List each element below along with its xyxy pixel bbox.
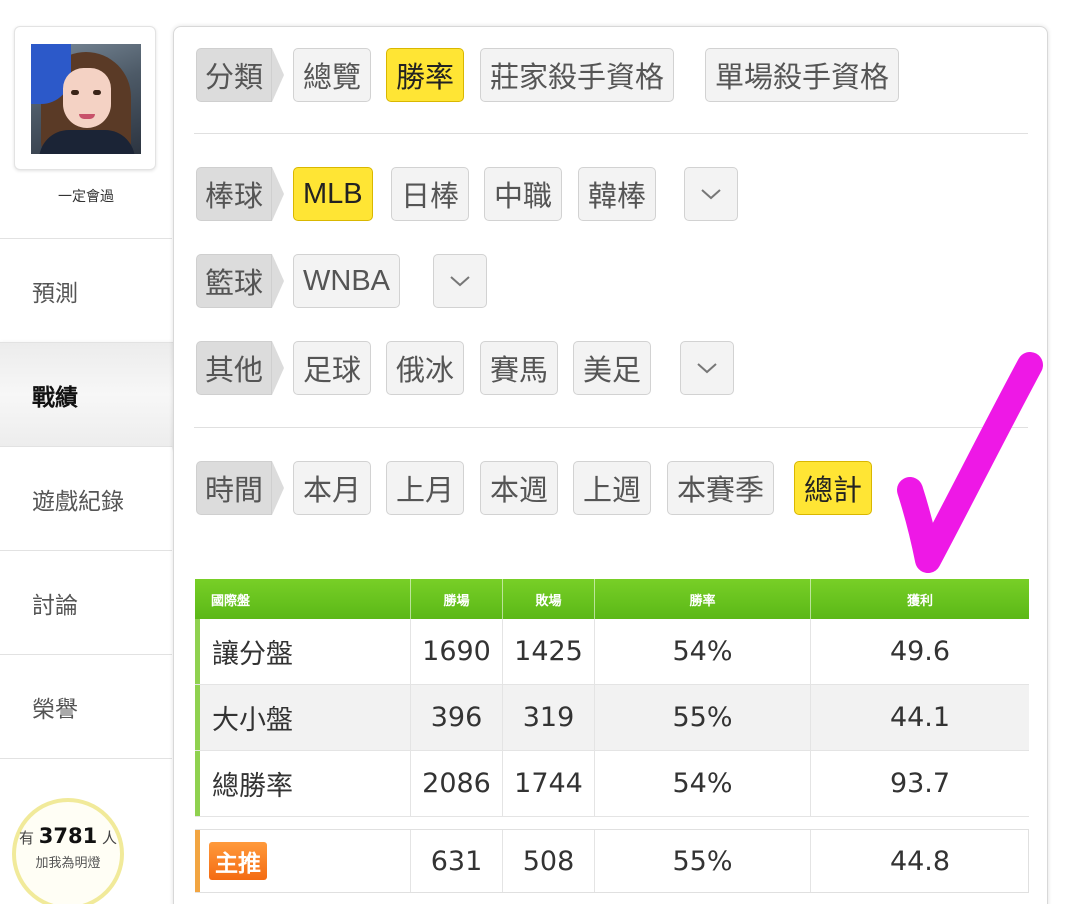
chevron-down-icon (697, 363, 717, 374)
time-total[interactable]: 總計 (794, 461, 873, 515)
sidebar-item-predictions[interactable]: 預測 (0, 238, 172, 342)
fans-suffix: 人 (102, 829, 118, 847)
cell-losses: 1744 (503, 751, 595, 816)
filter-label-basketball: 籃球 (196, 254, 285, 308)
league-russian-hockey[interactable]: 俄冰 (386, 341, 465, 395)
filter-label-time: 時間 (196, 461, 285, 515)
cell-losses: 319 (503, 685, 595, 750)
sidebar-divider (0, 758, 172, 798)
follow-caption: 加我為明燈 (35, 856, 101, 871)
username: 一定會過 (58, 189, 114, 205)
divider (194, 133, 1028, 134)
sidebar-item-record[interactable]: 戰績 (0, 342, 178, 446)
table-header: 國際盤 勝場 敗場 勝率 獲利 (195, 579, 1029, 619)
col-wins: 勝場 (411, 579, 503, 619)
cell-wins: 631 (411, 830, 503, 892)
league-npb[interactable]: 日棒 (391, 167, 470, 221)
cell-market: 讓分盤 (195, 619, 411, 684)
cell-market: 大小盤 (195, 685, 411, 750)
follow-badge[interactable]: 有 3781 人 加我為明燈 (12, 798, 124, 904)
featured-row: 主推 631 508 55% 44.8 (195, 829, 1029, 893)
cell-wins: 1690 (411, 619, 503, 684)
league-horse-racing[interactable]: 賽馬 (480, 341, 559, 395)
cell-wins: 2086 (411, 751, 503, 816)
league-cpbl[interactable]: 中職 (484, 167, 563, 221)
baseball-more-dropdown[interactable] (684, 167, 738, 221)
fans-count-line: 有 3781 人 (16, 824, 120, 848)
sidebar-item-label: 預測 (32, 280, 78, 307)
sidebar-item-label: 榮譽 (32, 696, 78, 723)
cell-profit: 44.1 (889, 702, 951, 733)
table-row: 讓分盤 1690 1425 54% 49.6 (195, 619, 1029, 685)
chevron-down-icon (450, 276, 470, 287)
col-win-rate: 勝率 (595, 579, 811, 619)
time-last-month[interactable]: 上月 (386, 461, 465, 515)
avatar-card[interactable] (14, 26, 156, 170)
table-row: 大小盤 396 319 55% 44.1 (195, 685, 1029, 751)
cell-win-rate: 54% (595, 619, 811, 684)
time-this-season[interactable]: 本賽季 (667, 461, 775, 515)
tab-overview[interactable]: 總覽 (293, 48, 372, 102)
cell-win-rate: 55% (595, 830, 811, 892)
time-this-month[interactable]: 本月 (293, 461, 372, 515)
tab-bookmaker-killer[interactable]: 莊家殺手資格 (480, 48, 675, 102)
col-market: 國際盤 (195, 579, 411, 619)
cell-profit: 49.6 (889, 636, 951, 667)
cell-market: 主推 (195, 830, 411, 892)
cell-market: 總勝率 (195, 751, 411, 816)
basketball-more-dropdown[interactable] (433, 254, 487, 308)
league-kbo[interactable]: 韓棒 (578, 167, 657, 221)
cell-profit: 93.7 (889, 768, 951, 799)
time-this-week[interactable]: 本週 (480, 461, 559, 515)
tab-win-rate[interactable]: 勝率 (386, 48, 465, 102)
league-mlb[interactable]: MLB (293, 167, 373, 221)
sidebar-item-label: 討論 (32, 592, 78, 619)
sidebar-item-game-log[interactable]: 遊戲紀錄 (0, 446, 172, 550)
filter-label-other: 其他 (196, 341, 285, 395)
cell-losses: 508 (503, 830, 595, 892)
filter-label-category: 分類 (196, 48, 285, 102)
league-american-football[interactable]: 美足 (573, 341, 652, 395)
col-profit: 獲利 (906, 593, 933, 609)
cell-wins: 396 (411, 685, 503, 750)
fans-prefix: 有 (18, 829, 34, 847)
league-soccer[interactable]: 足球 (293, 341, 372, 395)
check-mark-icon (897, 352, 1043, 573)
sidebar-item-discussion[interactable]: 討論 (0, 550, 172, 654)
sidebar-item-honors[interactable]: 榮譽 (0, 654, 172, 758)
cell-losses: 1425 (503, 619, 595, 684)
cell-win-rate: 54% (595, 751, 811, 816)
table-row: 總勝率 2086 1744 54% 93.7 (195, 751, 1029, 817)
time-last-week[interactable]: 上週 (573, 461, 652, 515)
avatar[interactable] (31, 44, 141, 154)
featured-badge: 主推 (209, 842, 267, 880)
sidebar-item-label: 戰績 (32, 384, 78, 411)
filter-label-baseball: 棒球 (196, 167, 285, 221)
cell-profit: 44.8 (889, 845, 951, 877)
fans-count: 3781 (38, 824, 98, 848)
other-more-dropdown[interactable] (680, 341, 734, 395)
league-wnba[interactable]: WNBA (293, 254, 400, 308)
tab-single-game-killer[interactable]: 單場殺手資格 (705, 48, 900, 102)
sidebar-item-label: 遊戲紀錄 (32, 488, 124, 515)
cell-win-rate: 55% (595, 685, 811, 750)
chevron-down-icon (701, 189, 721, 200)
col-losses: 敗場 (503, 579, 595, 619)
profile-sidebar: 一定會過 預測 戰績 遊戲紀錄 討論 榮譽 有 3781 人 加我為明燈 (0, 0, 178, 904)
